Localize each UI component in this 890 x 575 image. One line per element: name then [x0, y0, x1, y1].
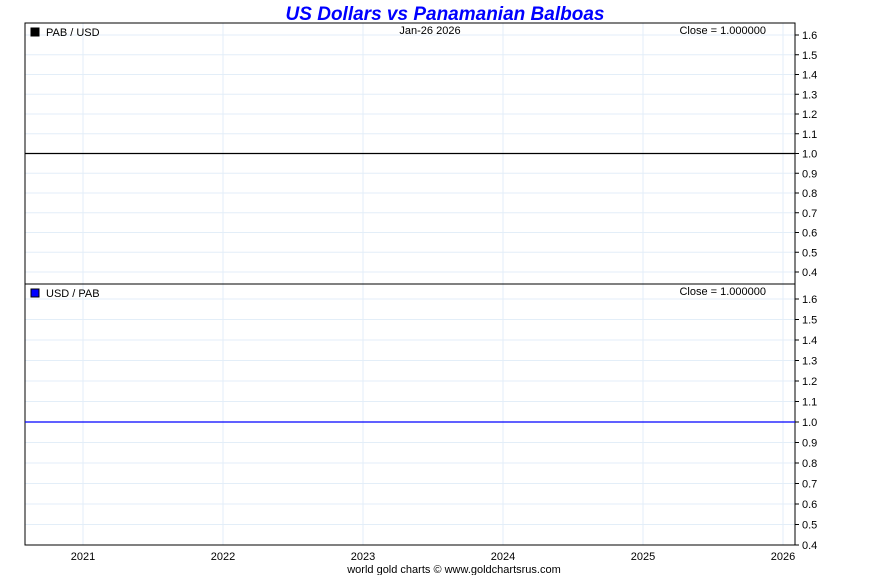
legend-swatch: [30, 27, 40, 37]
y-tick-label: 1.0: [802, 149, 817, 161]
y-tick-label: 0.7: [802, 479, 817, 491]
x-tick-label: 2022: [211, 551, 235, 563]
y-tick-label: 1.1: [802, 129, 817, 141]
y-tick-label: 1.3: [802, 356, 817, 368]
y-tick-label: 1.2: [802, 376, 817, 388]
x-tick-label: 2021: [71, 551, 95, 563]
y-tick-label: 1.2: [802, 109, 817, 121]
y-tick-label: 0.8: [802, 188, 817, 200]
y-tick-label: 0.9: [802, 168, 817, 180]
y-tick-label: 0.8: [802, 458, 817, 470]
legend-label: PAB / USD: [46, 27, 100, 39]
y-tick-label: 1.4: [802, 70, 817, 82]
chart-title: US Dollars vs Panamanian Balboas: [286, 4, 605, 25]
close-label: Close = 1.000000: [679, 286, 766, 298]
x-tick-label: 2026: [771, 551, 795, 563]
date-label: Jan-26 2026: [399, 25, 460, 37]
close-label: Close = 1.000000: [679, 25, 766, 37]
chart: US Dollars vs Panamanian Balboas 1.6 1.5 1.…: [24, 4, 817, 575]
y-tick-label: 1.6: [802, 30, 817, 42]
y-tick-label: 0.6: [802, 499, 817, 511]
legend-label: USD / PAB: [46, 288, 100, 300]
y-tick-label: 0.5: [802, 520, 817, 532]
x-tick-label: 2024: [491, 551, 515, 563]
plot-frame: [24, 283, 796, 546]
y-tick-label: 0.6: [802, 228, 817, 240]
y-tick-label: 0.4: [802, 540, 817, 552]
y-tick-label: 1.6: [802, 294, 817, 306]
y-tick-label: 0.7: [802, 208, 817, 220]
x-tick-label: 2025: [631, 551, 655, 563]
y-tick-label: 0.4: [802, 267, 817, 279]
x-tick-label: 2023: [351, 551, 375, 563]
legend-swatch: [30, 288, 40, 298]
y-tick-label: 1.1: [802, 397, 817, 409]
y-tick-label: 1.0: [802, 417, 817, 429]
footer-credit: world gold charts © www.goldchartsrus.co…: [346, 564, 561, 575]
y-tick-label: 1.5: [802, 315, 817, 327]
y-tick-label: 1.4: [802, 335, 817, 347]
y-tick-label: 1.5: [802, 50, 817, 62]
y-tick-label: 1.3: [802, 89, 817, 101]
y-tick-label: 0.9: [802, 438, 817, 450]
y-tick-label: 0.5: [802, 247, 817, 259]
